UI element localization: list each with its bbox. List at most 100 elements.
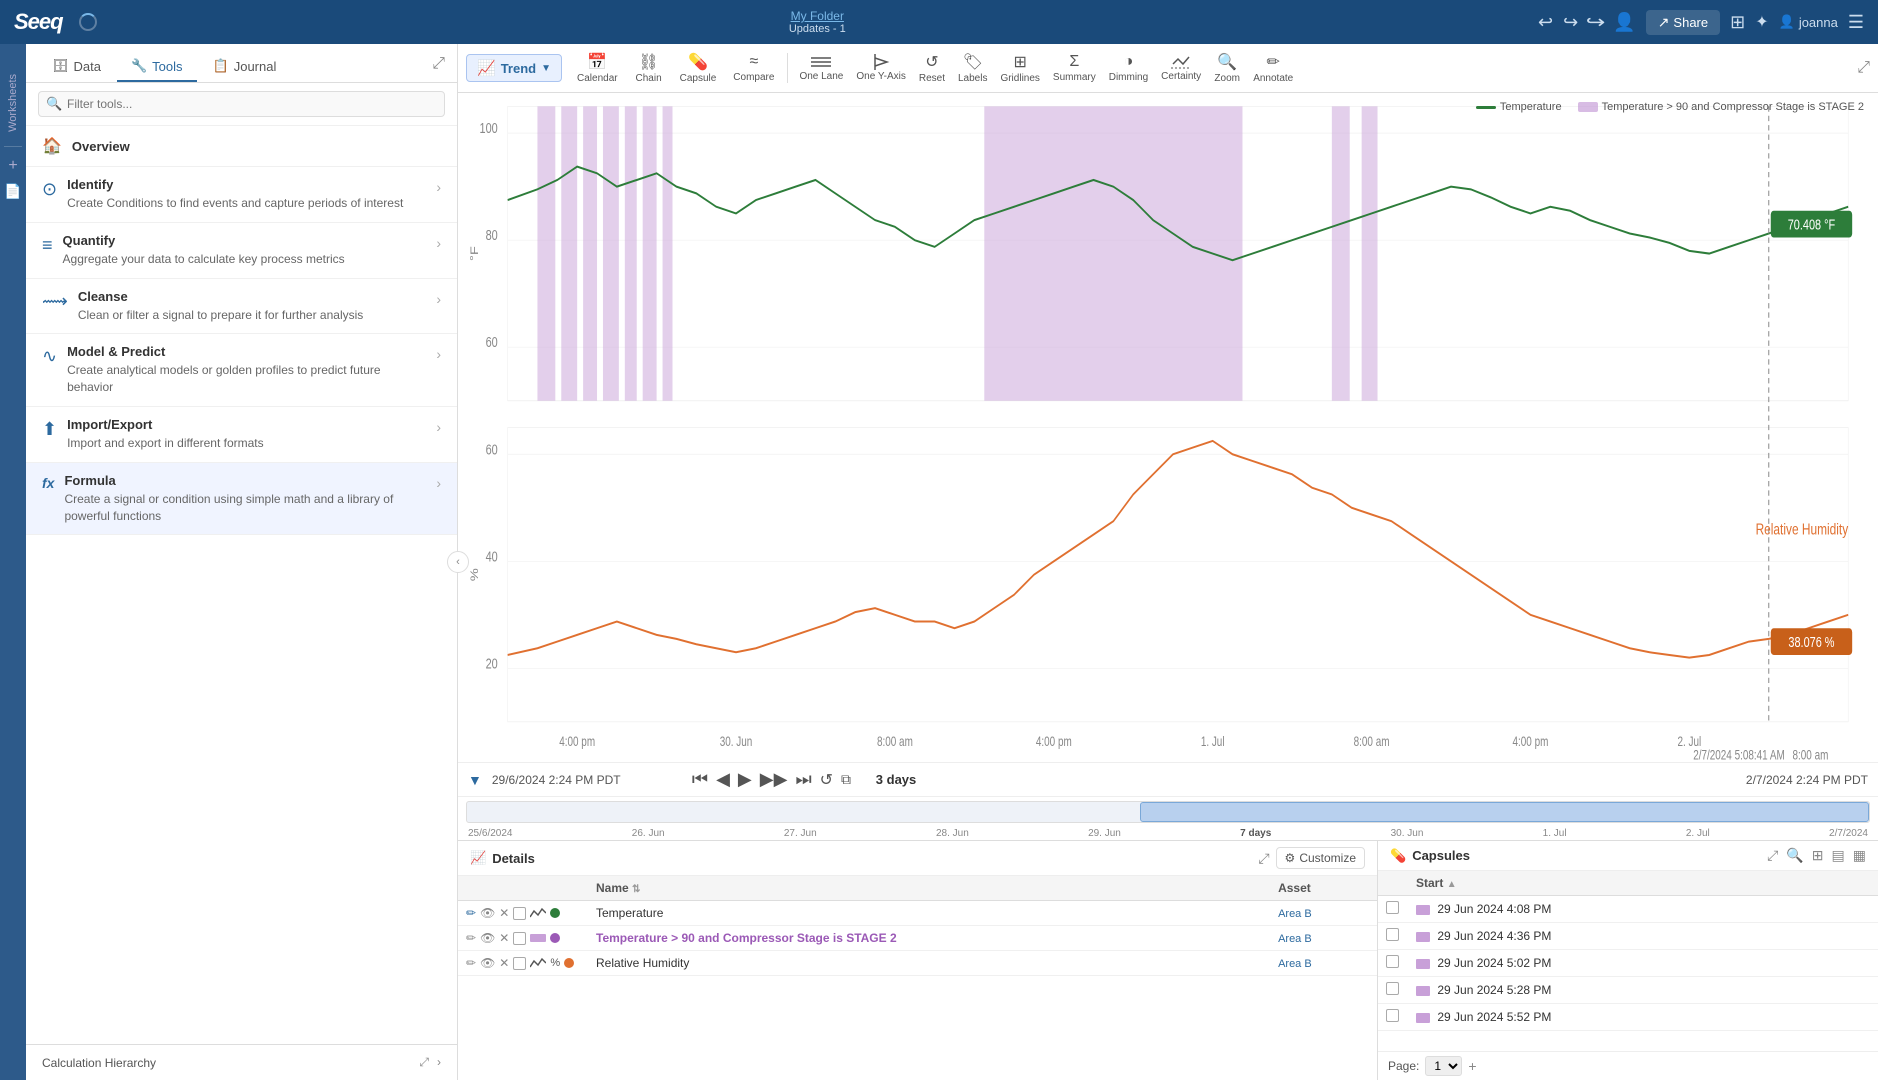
capsule-check-5[interactable] <box>1386 1009 1399 1022</box>
dimming-icon: ◑ <box>1124 53 1134 71</box>
tool-item-identify[interactable]: ⊙ Identify Create Conditions to find eve… <box>26 167 457 223</box>
redo-icon[interactable]: ↪ <box>1563 12 1578 33</box>
toolbar-btn-zoom[interactable]: 🔍 Zoom <box>1208 48 1246 88</box>
capsules-expand-icon[interactable]: ⤢ <box>1767 847 1778 864</box>
details-asset-2[interactable]: Area B <box>1270 926 1377 951</box>
tool-item-quantify[interactable]: ≡ Quantify Aggregate your data to calcul… <box>26 223 457 279</box>
tab-tools[interactable]: 🔧 Tools <box>117 52 197 82</box>
sidebar-add-icon[interactable]: + <box>8 157 17 175</box>
pencil-icon-1[interactable]: ✏ <box>466 906 476 920</box>
capsules-grid-icon-3[interactable]: ▦ <box>1853 847 1866 864</box>
worksheets-label[interactable]: Worksheets <box>3 64 23 142</box>
panel-collapse-button[interactable]: ‹ <box>447 551 469 573</box>
details-asset-3[interactable]: Area B <box>1270 951 1377 976</box>
page-add-icon[interactable]: + <box>1468 1058 1476 1074</box>
capsule-row-icon-1[interactable] <box>1416 904 1430 916</box>
details-expand-icon[interactable]: ⤢ <box>1258 850 1269 867</box>
toolbar-btn-gridlines[interactable]: ⊞ Gridlines <box>994 48 1045 88</box>
tool-item-importexport[interactable]: ⬆ Import/Export Import and export in dif… <box>26 407 457 463</box>
capsules-table: Start ▲ 29 Jun 2024 4:08 PM <box>1378 871 1878 1051</box>
capsule-check-4[interactable] <box>1386 982 1399 995</box>
calc-expand-icon[interactable]: › <box>437 1055 441 1070</box>
playback-copy-icon[interactable]: ⧉ <box>841 771 851 788</box>
tool-item-model[interactable]: ∿ Model & Predict Create analytical mode… <box>26 334 457 407</box>
eye-icon-2[interactable]: 👁 <box>480 931 495 945</box>
chart-plot-area: Temperature Temperature > 90 and Compres… <box>458 93 1878 762</box>
share-button[interactable]: ↗ Share <box>1646 10 1720 35</box>
capsule-check-3[interactable] <box>1386 955 1399 968</box>
capsule-row-icon-5[interactable] <box>1416 1012 1430 1024</box>
toolbar-btn-compare[interactable]: ≈ Compare <box>725 49 782 87</box>
trend-tab[interactable]: 📈 Trend ▼ <box>466 54 562 82</box>
capsule-check-1[interactable] <box>1386 901 1399 914</box>
capsule-check-2[interactable] <box>1386 928 1399 941</box>
update-subtitle: Updates - 1 <box>789 23 846 35</box>
playback-start-icon[interactable]: ⏮ <box>692 769 708 790</box>
forward-icon[interactable]: ↪ <box>1586 12 1606 33</box>
pct-icon-3: % <box>550 957 560 969</box>
user-button[interactable]: 👤 joanna <box>1779 14 1838 30</box>
checkbox-1[interactable] <box>513 907 526 920</box>
x-icon-1[interactable]: ✕ <box>499 906 509 920</box>
x-icon-3[interactable]: ✕ <box>499 956 509 970</box>
identify-desc: Create Conditions to find events and cap… <box>67 195 426 212</box>
capsules-grid-icon-2[interactable]: ▤ <box>1832 847 1845 864</box>
toolbar-btn-oneyaxis[interactable]: One Y-Axis <box>850 50 911 86</box>
capsules-title-bar: 💊 Capsules ⤢ 🔍 ⊞ ▤ ▦ <box>1378 841 1878 871</box>
toolbar-btn-certainty[interactable]: Certainty <box>1155 50 1207 86</box>
overview-item[interactable]: 🏠 Overview <box>26 126 457 167</box>
panel-expand-button[interactable]: ⤢ <box>432 55 445 79</box>
ai-icon[interactable]: ✦ <box>1755 12 1768 32</box>
pencil-icon-3[interactable]: ✏ <box>466 956 476 970</box>
undo-icon[interactable]: ↩ <box>1538 12 1553 33</box>
filter-input[interactable] <box>38 91 445 117</box>
customize-button[interactable]: ⚙ Customize <box>1276 847 1365 869</box>
seeq-logo[interactable]: Seeq <box>14 9 63 35</box>
page-select[interactable]: 1 <box>1425 1056 1462 1076</box>
toolbar-btn-dimming[interactable]: ◑ Dimming <box>1103 49 1154 87</box>
checkbox-2[interactable] <box>513 932 526 945</box>
playback-end-icon[interactable]: ⏭ <box>795 769 811 790</box>
playback-play-icon[interactable]: ▶ <box>738 769 752 790</box>
playback-back-icon[interactable]: ◀ <box>716 769 730 790</box>
toolbar-btn-labels[interactable]: 🏷 Labels <box>952 48 993 88</box>
eye-icon-1[interactable]: 👁 <box>480 906 495 920</box>
capsules-grid-icon-1[interactable]: ⊞ <box>1812 847 1824 864</box>
tab-data[interactable]: 🗄 Data <box>38 52 115 82</box>
checkbox-3[interactable] <box>513 957 526 970</box>
pencil-icon-2[interactable]: ✏ <box>466 931 476 945</box>
x-icon-2[interactable]: ✕ <box>499 931 509 945</box>
folder-link[interactable]: My Folder <box>791 9 844 23</box>
capsules-zoom-in-icon[interactable]: 🔍 <box>1786 847 1803 864</box>
capsule-row-icon-3[interactable] <box>1416 958 1430 970</box>
svg-text:60: 60 <box>486 441 498 458</box>
toolbar-btn-capsule[interactable]: 💊 Capsule <box>672 48 725 88</box>
capsule-row-icon-4[interactable] <box>1416 985 1430 997</box>
timeline-bar[interactable] <box>466 801 1870 823</box>
eye-icon-3[interactable]: 👁 <box>480 956 495 970</box>
playback-forward-icon[interactable]: ▶▶ <box>760 769 788 790</box>
toolbar-btn-reset[interactable]: ↺ Reset <box>913 48 951 88</box>
toolbar-btn-chain[interactable]: ⛓ Chain <box>627 48 671 88</box>
toolbar-btn-onelane[interactable]: One Lane <box>793 50 849 86</box>
sidebar-doc-icon[interactable]: 📄 <box>4 183 21 200</box>
timeline-thumb[interactable] <box>1140 802 1869 822</box>
toolbar-btn-summary[interactable]: Σ Summary <box>1047 49 1102 87</box>
toolbar-expand-button[interactable]: ⤢ <box>1857 59 1870 77</box>
details-asset-1[interactable]: Area B <box>1270 901 1377 926</box>
tool-item-cleanse[interactable]: ⟿ Cleanse Clean or filter a signal to pr… <box>26 279 457 335</box>
layout-icon[interactable]: ⊞ <box>1730 12 1745 33</box>
oneyaxis-label: One Y-Axis <box>856 71 905 82</box>
menu-icon[interactable]: ☰ <box>1848 12 1864 33</box>
tool-item-formula[interactable]: fx Formula Create a signal or condition … <box>26 463 457 536</box>
playback-refresh-icon[interactable]: ↺ <box>820 770 833 790</box>
calc-hierarchy-section[interactable]: Calculation Hierarchy ⤢ › <box>26 1044 457 1080</box>
svg-text:4:00 pm: 4:00 pm <box>1513 735 1549 750</box>
toolbar-btn-annotate[interactable]: ✏ Annotate <box>1247 48 1299 88</box>
trend-dropdown-icon[interactable]: ▼ <box>541 63 551 74</box>
capsule-row-icon-2[interactable] <box>1416 931 1430 943</box>
tab-journal[interactable]: 📋 Journal <box>199 52 291 82</box>
toolbar-btn-calendar[interactable]: 📅 Calendar <box>569 48 626 88</box>
journal-icon: 📋 <box>213 58 229 74</box>
calc-external-icon[interactable]: ⤢ <box>419 1055 429 1070</box>
